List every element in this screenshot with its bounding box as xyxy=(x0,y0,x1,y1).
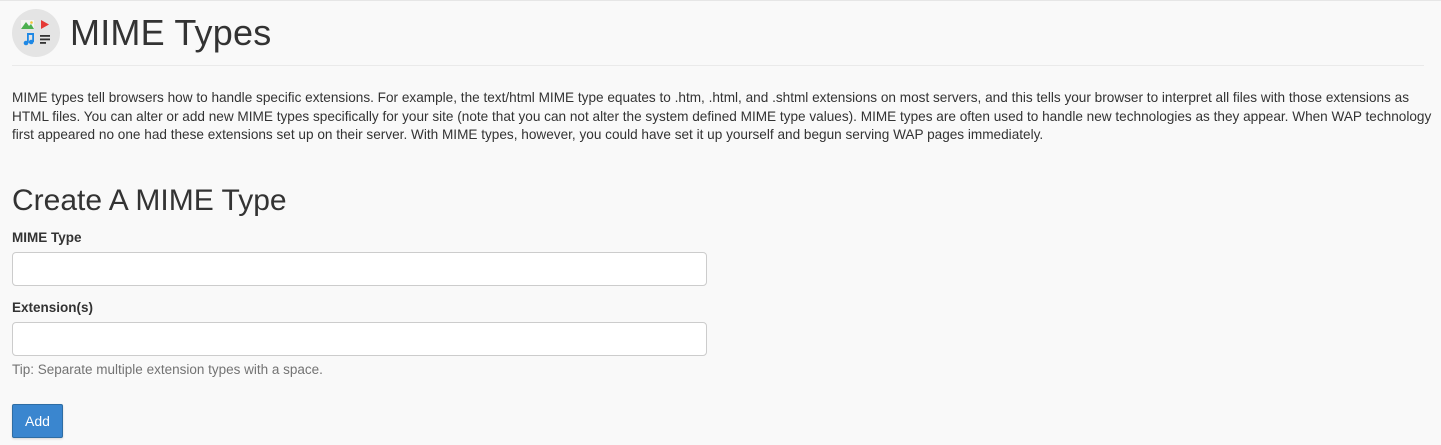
add-button[interactable]: Add xyxy=(12,403,63,438)
extensions-tip: Tip: Separate multiple extension types w… xyxy=(12,361,323,377)
mime-type-label: MIME Type xyxy=(12,229,82,245)
create-mime-type-heading: Create A MIME Type xyxy=(12,183,287,217)
mime-types-icon xyxy=(12,9,60,57)
mime-type-input[interactable] xyxy=(12,251,707,286)
page-title: MIME Types xyxy=(70,12,272,53)
mime-types-page: MIME Types MIME types tell browsers how … xyxy=(0,0,1441,445)
extensions-input[interactable] xyxy=(12,321,707,356)
page-header: MIME Types xyxy=(12,1,1424,66)
mime-types-icon-graphic xyxy=(21,20,50,46)
extensions-label: Extension(s) xyxy=(12,299,94,315)
page-description: MIME types tell browsers how to handle s… xyxy=(12,90,1432,142)
